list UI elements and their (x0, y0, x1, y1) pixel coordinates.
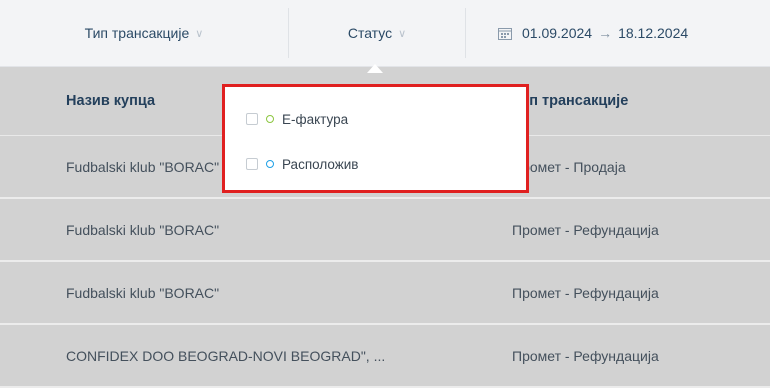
date-from: 01.09.2024 (522, 25, 593, 41)
transaction-type-cell: Промет - Рефундација (512, 347, 659, 364)
table-row[interactable]: Fudbalski klub "BORAC" Промет - Рефундац… (0, 262, 770, 325)
status-option-e-invoice[interactable]: Е-фактура (246, 109, 348, 129)
checkbox[interactable] (246, 158, 258, 170)
status-filter[interactable]: Статус ∨ (289, 0, 465, 66)
transaction-type-cell: Промет - Продаја (512, 158, 626, 175)
date-to: 18.12.2024 (618, 25, 689, 41)
customer-cell: CONFIDEX DOO BEOGRAD-NOVI BEOGRAD", ... (66, 347, 386, 364)
table-row[interactable]: CONFIDEX DOO BEOGRAD-NOVI BEOGRAD", ... … (0, 325, 770, 388)
chevron-down-icon: ∨ (398, 27, 407, 40)
status-option-available[interactable]: Расположив (246, 154, 358, 174)
dropdown-caret (367, 64, 383, 73)
transaction-type-cell: Промет - Рефундација (512, 284, 659, 301)
column-header-customer[interactable]: Назив купца (66, 67, 155, 135)
table-row[interactable]: Fudbalski klub "BORAC" Промет - Рефундац… (0, 199, 770, 262)
status-option-label: Е-фактура (282, 111, 349, 127)
column-header-transaction-type[interactable]: Тип трансакције (512, 67, 628, 135)
status-dot-icon (266, 115, 274, 123)
transaction-type-filter[interactable]: Тип трансакције ∨ (0, 0, 288, 66)
transaction-type-cell: Промет - Рефундација (512, 221, 659, 238)
customer-cell: Fudbalski klub "BORAC" (66, 284, 220, 301)
arrow-right-icon: → (598, 25, 613, 41)
checkbox[interactable] (246, 113, 258, 125)
filter-bar: Тип трансакције ∨ Статус ∨ 01.09.2024 → … (0, 0, 770, 67)
chevron-down-icon: ∨ (195, 27, 204, 40)
customer-cell: Fudbalski klub "BORAC" (66, 221, 220, 238)
date-range-filter[interactable]: 01.09.2024 → 18.12.2024 (466, 0, 770, 66)
calendar-icon (498, 27, 512, 40)
status-dropdown: Е-фактура Расположив (222, 84, 529, 193)
status-filter-label: Статус (347, 25, 393, 41)
transaction-type-filter-label: Тип трансакције (84, 25, 190, 41)
status-dot-icon (266, 160, 274, 168)
customer-cell: Fudbalski klub "BORAC" (66, 158, 220, 175)
status-option-label: Расположив (282, 156, 359, 172)
